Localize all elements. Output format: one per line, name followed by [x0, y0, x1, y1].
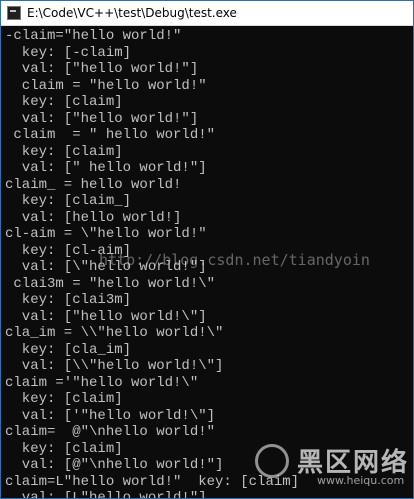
console-line: key: [clai3m]: [5, 292, 132, 308]
window-title: E:\Code\VC++\test\Debug\test.exe: [27, 6, 237, 20]
console-line: val: ["hello world!"]: [5, 110, 199, 127]
title-bar[interactable]: E:\Code\VC++\test\Debug\test.exe: [1, 1, 413, 26]
console-line: claim = "hello world!": [5, 77, 207, 94]
console-output[interactable]: -claim="hello world!" key: [-claim] val:…: [1, 26, 413, 498]
console-line: cl-aim = \"hello world!": [5, 226, 207, 242]
console-line: claim ='"hello world!\": [5, 374, 199, 391]
console-line: val: [\"hello world!"]: [5, 259, 207, 275]
console-line: claim_ = hello world!: [5, 176, 182, 193]
console-line: claim=L"hello world!" key: [claim]: [5, 473, 300, 490]
console-line: key: [-claim]: [5, 44, 132, 61]
console-line: val: [@"\nhello world!"]: [5, 457, 224, 473]
console-line: val: [\\"hello world!\"]: [5, 358, 224, 374]
console-line: val: [hello world!]: [5, 209, 182, 226]
console-line: key: [claim]: [5, 440, 123, 457]
console-line: val: [L"hello world!"]: [5, 490, 207, 498]
console-line: key: [claim]: [5, 143, 123, 160]
console-line: -claim="hello world!": [5, 28, 182, 44]
console-line: clai3m = "hello world!\": [5, 275, 216, 292]
console-line: key: [claim]: [5, 94, 123, 110]
console-line: key: [cla_im]: [5, 341, 132, 358]
console-window: E:\Code\VC++\test\Debug\test.exe -claim=…: [0, 0, 414, 499]
console-line: cla_im = \\"hello world!\": [5, 325, 224, 341]
console-line: claim= @"\nhello world!": [5, 424, 216, 440]
console-app-icon: [7, 6, 21, 20]
console-line: key: [claim]: [5, 391, 123, 407]
console-line: claim = " hello world!": [5, 127, 216, 143]
console-line: val: ["hello world!"]: [5, 61, 199, 77]
console-line: key: [cl-aim]: [5, 242, 132, 259]
console-line: val: [" hello world!"]: [5, 160, 207, 176]
console-line: val: ['"hello world!\"]: [5, 407, 216, 424]
console-line: key: [claim_]: [5, 193, 132, 209]
console-line: val: ["hello world!\"]: [5, 308, 207, 325]
